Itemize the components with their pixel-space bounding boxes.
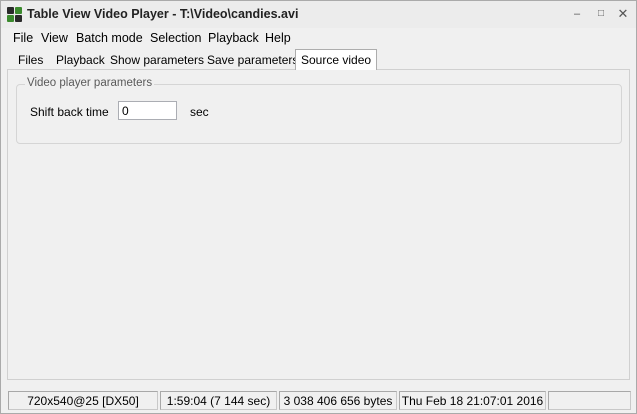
status-date: Thu Feb 18 21:07:01 2016	[399, 391, 546, 410]
menu-batch-mode[interactable]: Batch mode	[75, 31, 144, 45]
tab-playback[interactable]: Playback	[56, 52, 105, 69]
menu-help[interactable]: Help	[264, 31, 292, 45]
menu-selection[interactable]: Selection	[149, 31, 202, 45]
tab-save-parameters[interactable]: Save parameters	[207, 52, 298, 69]
status-empty-cell	[548, 391, 631, 410]
menu-view[interactable]: View	[40, 31, 69, 45]
group-title: Video player parameters	[25, 77, 155, 89]
maximize-button[interactable]: □	[591, 6, 611, 22]
menu-file[interactable]: File	[12, 31, 34, 45]
close-button[interactable]: ✕	[613, 6, 633, 22]
minimize-button[interactable]: –	[567, 6, 587, 22]
status-bar: 720x540@25 [DX50] 1:59:04 (7 144 sec) 3 …	[1, 388, 636, 413]
tab-show-parameters[interactable]: Show parameters	[110, 52, 204, 69]
app-grid-icon[interactable]	[7, 7, 22, 22]
shift-back-unit-label: sec	[190, 105, 209, 119]
shift-back-time-input[interactable]	[118, 101, 177, 120]
tab-files[interactable]: Files	[18, 52, 43, 69]
menu-bar: File View Batch mode Selection Playback …	[1, 29, 636, 49]
window-title: Table View Video Player - T:\Video\candi…	[27, 7, 299, 21]
tab-strip: Files Playback Show parameters Save para…	[1, 49, 636, 70]
status-duration: 1:59:04 (7 144 sec)	[160, 391, 277, 410]
tab-source-video[interactable]: Source video	[295, 49, 378, 70]
shift-back-time-label: Shift back time	[30, 105, 109, 119]
title-bar[interactable]: Table View Video Player - T:\Video\candi…	[1, 1, 636, 28]
app-window: Table View Video Player - T:\Video\candi…	[0, 0, 637, 414]
menu-playback[interactable]: Playback	[207, 31, 260, 45]
status-resolution: 720x540@25 [DX50]	[8, 391, 158, 410]
status-file-size: 3 038 406 656 bytes	[279, 391, 397, 410]
